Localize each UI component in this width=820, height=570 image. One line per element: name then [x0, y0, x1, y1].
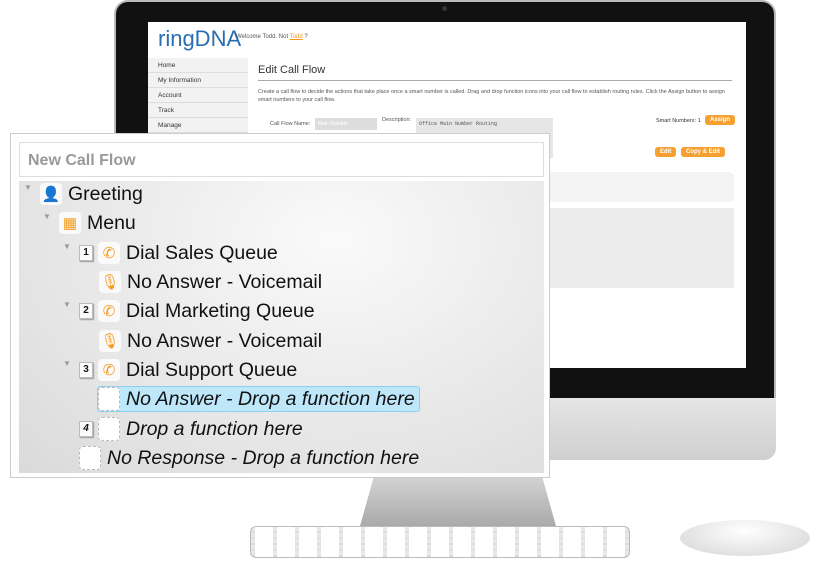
row-label: Dial Sales Queue: [126, 241, 278, 264]
row-label: No Answer - Voicemail: [127, 329, 323, 352]
phone-icon: ✆: [98, 300, 120, 322]
person-icon: 👤: [40, 183, 62, 205]
sidebar-item-track[interactable]: Track: [148, 103, 248, 118]
page-title: Edit Call Flow: [258, 64, 732, 81]
row-label: Dial Marketing Queue: [126, 299, 315, 322]
empty-slot-icon: [79, 446, 101, 470]
menu-key-badge: 4: [79, 421, 93, 437]
mouse: [680, 520, 810, 556]
phone-icon: ✆: [98, 359, 120, 381]
menu-key-badge: 2: [79, 303, 93, 319]
empty-slot-icon: [98, 387, 120, 411]
row-label: No Answer - Voicemail: [127, 270, 323, 293]
expand-triangle-icon[interactable]: ▼: [43, 212, 53, 221]
logo: ringDNA: [158, 26, 242, 51]
row-label: Dial Support Queue: [126, 358, 298, 381]
expand-triangle-icon[interactable]: ▼: [63, 242, 73, 251]
flow-canvas: [548, 208, 734, 288]
tree-row-dial-marketing[interactable]: ▼ 2 ✆ Dial Marketing Queue: [63, 298, 315, 324]
keypad-icon: ▦: [59, 212, 81, 234]
user-link[interactable]: Todd: [290, 34, 303, 40]
description-label: Description:: [382, 117, 412, 123]
call-flow-panel: New Call Flow ▼ 👤 Greeting ▼ ▦ Menu ▼ 1 ✆ Dial …: [10, 133, 550, 478]
call-flow-title-input[interactable]: New Call Flow: [19, 142, 544, 177]
call-flow-name-label: Call Flow Name:: [270, 121, 311, 127]
sidebar: Home My Information Account Track Manage: [148, 58, 248, 133]
welcome-suffix: ?: [304, 34, 308, 40]
tree-row-dial-support[interactable]: ▼ 3 ✆ Dial Support Queue: [63, 357, 297, 383]
copy-edit-button[interactable]: Copy & Edit: [681, 147, 725, 157]
phone-icon: ✆: [98, 242, 120, 264]
welcome-prefix: Welcome Todd. Not: [236, 34, 290, 40]
assign-button[interactable]: Assign: [705, 115, 736, 125]
microphone-icon: 🎙: [99, 330, 121, 352]
sidebar-item-account[interactable]: Account: [148, 88, 248, 103]
drop-target-no-response[interactable]: No Response - Drop a function here: [79, 445, 419, 471]
welcome-text: Welcome Todd. Not Todd ?: [236, 34, 308, 40]
expand-triangle-icon[interactable]: ▼: [63, 359, 73, 368]
row-label: Drop a function here: [126, 417, 303, 440]
expand-triangle-icon[interactable]: ▼: [24, 183, 34, 192]
tree-row-voicemail[interactable]: 🎙 No Answer - Voicemail: [99, 328, 322, 354]
drop-target-no-answer[interactable]: No Answer - Drop a function here: [97, 386, 420, 412]
monitor-stand: [360, 470, 556, 526]
call-flow-tree: ▼ 👤 Greeting ▼ ▦ Menu ▼ 1 ✆ Dial Sales Queue 🎙 N…: [19, 181, 544, 473]
page-description: Create a call flow to decide the actions…: [258, 89, 725, 103]
tree-row-greeting[interactable]: ▼ 👤 Greeting: [24, 181, 143, 207]
call-flow-name-input[interactable]: Main Number: [315, 118, 377, 130]
info-box: [548, 172, 734, 202]
menu-key-badge: 1: [79, 245, 93, 261]
tree-row-dial-sales[interactable]: ▼ 1 ✆ Dial Sales Queue: [63, 240, 278, 266]
row-label: No Answer - Drop a function here: [126, 387, 415, 410]
edit-button[interactable]: Edit: [655, 147, 677, 157]
sidebar-item-my-information[interactable]: My Information: [148, 73, 248, 88]
expand-triangle-icon[interactable]: ▼: [63, 300, 73, 309]
sidebar-item-home[interactable]: Home: [148, 58, 248, 73]
camera: [442, 6, 447, 11]
empty-slot-icon: [98, 417, 120, 441]
row-label: Greeting: [68, 182, 143, 205]
row-label: No Response - Drop a function here: [107, 446, 420, 469]
tree-row-voicemail[interactable]: 🎙 No Answer - Voicemail: [99, 269, 322, 295]
menu-key-badge: 3: [79, 362, 93, 378]
keyboard: [250, 526, 630, 558]
tree-row-menu[interactable]: ▼ ▦ Menu: [43, 210, 136, 236]
drop-target-key-4[interactable]: 4 Drop a function here: [79, 416, 303, 442]
row-label: Menu: [87, 211, 136, 234]
sidebar-item-manage[interactable]: Manage: [148, 118, 248, 133]
smart-numbers-count: Smart Numbers: 1: [656, 118, 701, 124]
microphone-icon: 🎙: [99, 271, 121, 293]
